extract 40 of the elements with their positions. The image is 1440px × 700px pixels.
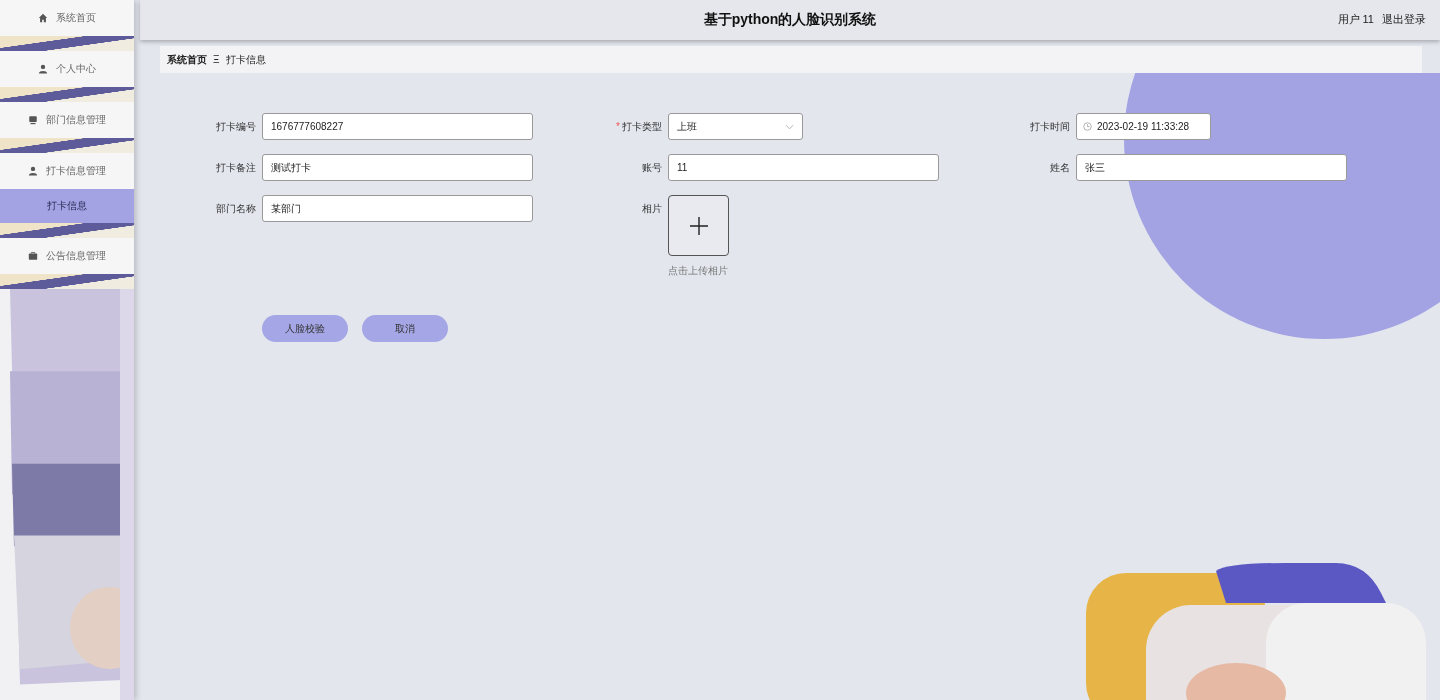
field-label: 打卡备注 bbox=[216, 160, 256, 175]
upload-box[interactable] bbox=[668, 195, 729, 256]
upload-hint: 点击上传相片 bbox=[668, 264, 728, 278]
sidebar-item[interactable]: 个人中心 bbox=[0, 51, 134, 87]
field-label: 账号 bbox=[642, 160, 662, 175]
monitor-icon bbox=[28, 115, 38, 125]
field-label: 打卡编号 bbox=[216, 119, 256, 134]
field-label: 相片 bbox=[642, 201, 662, 216]
field-label: 部门名称 bbox=[216, 201, 256, 216]
breadcrumb-separator: Ξ bbox=[213, 54, 220, 65]
field-label: 打卡类型 bbox=[622, 119, 662, 134]
input-field[interactable]: 11 bbox=[668, 154, 939, 181]
input-field[interactable]: 测试打卡 bbox=[262, 154, 533, 181]
select-field[interactable]: 上班 bbox=[668, 113, 803, 140]
clock-icon bbox=[1083, 122, 1092, 131]
logout-link[interactable]: 退出登录 bbox=[1382, 12, 1426, 27]
person-icon bbox=[38, 64, 48, 74]
date-time-field[interactable]: 2023-02-19 11:33:28 bbox=[1076, 113, 1211, 140]
field-label: 打卡时间 bbox=[1030, 119, 1070, 134]
sidebar-item[interactable]: 公告信息管理 bbox=[0, 238, 134, 274]
required-mark: * bbox=[616, 121, 620, 132]
face-verify-button[interactable]: 人脸校验 bbox=[262, 315, 348, 342]
sidebar-subitem[interactable]: 打卡信息 bbox=[0, 189, 134, 223]
input-field[interactable]: 1676777608227 bbox=[262, 113, 533, 140]
input-field[interactable]: 某部门 bbox=[262, 195, 533, 222]
breadcrumb-item[interactable]: 系统首页 bbox=[167, 52, 207, 67]
home-icon bbox=[38, 13, 48, 23]
cancel-button[interactable]: 取消 bbox=[362, 315, 448, 342]
person-icon bbox=[28, 166, 38, 176]
briefcase-icon bbox=[28, 251, 38, 261]
breadcrumb-item[interactable]: 打卡信息 bbox=[225, 52, 266, 67]
input-field[interactable]: 张三 bbox=[1076, 154, 1347, 181]
app-title: 基于python的人脸识别系统 bbox=[703, 11, 877, 29]
user-label: 用户 11 bbox=[1337, 12, 1374, 27]
sidebar-item[interactable]: 打卡信息管理 bbox=[0, 153, 134, 189]
sidebar-item[interactable]: 部门信息管理 bbox=[0, 102, 134, 138]
sidebar-item[interactable]: 系统首页 bbox=[0, 0, 134, 36]
chevron-down-icon bbox=[785, 123, 794, 130]
field-label: 姓名 bbox=[1050, 160, 1070, 175]
plus-icon bbox=[688, 215, 709, 236]
